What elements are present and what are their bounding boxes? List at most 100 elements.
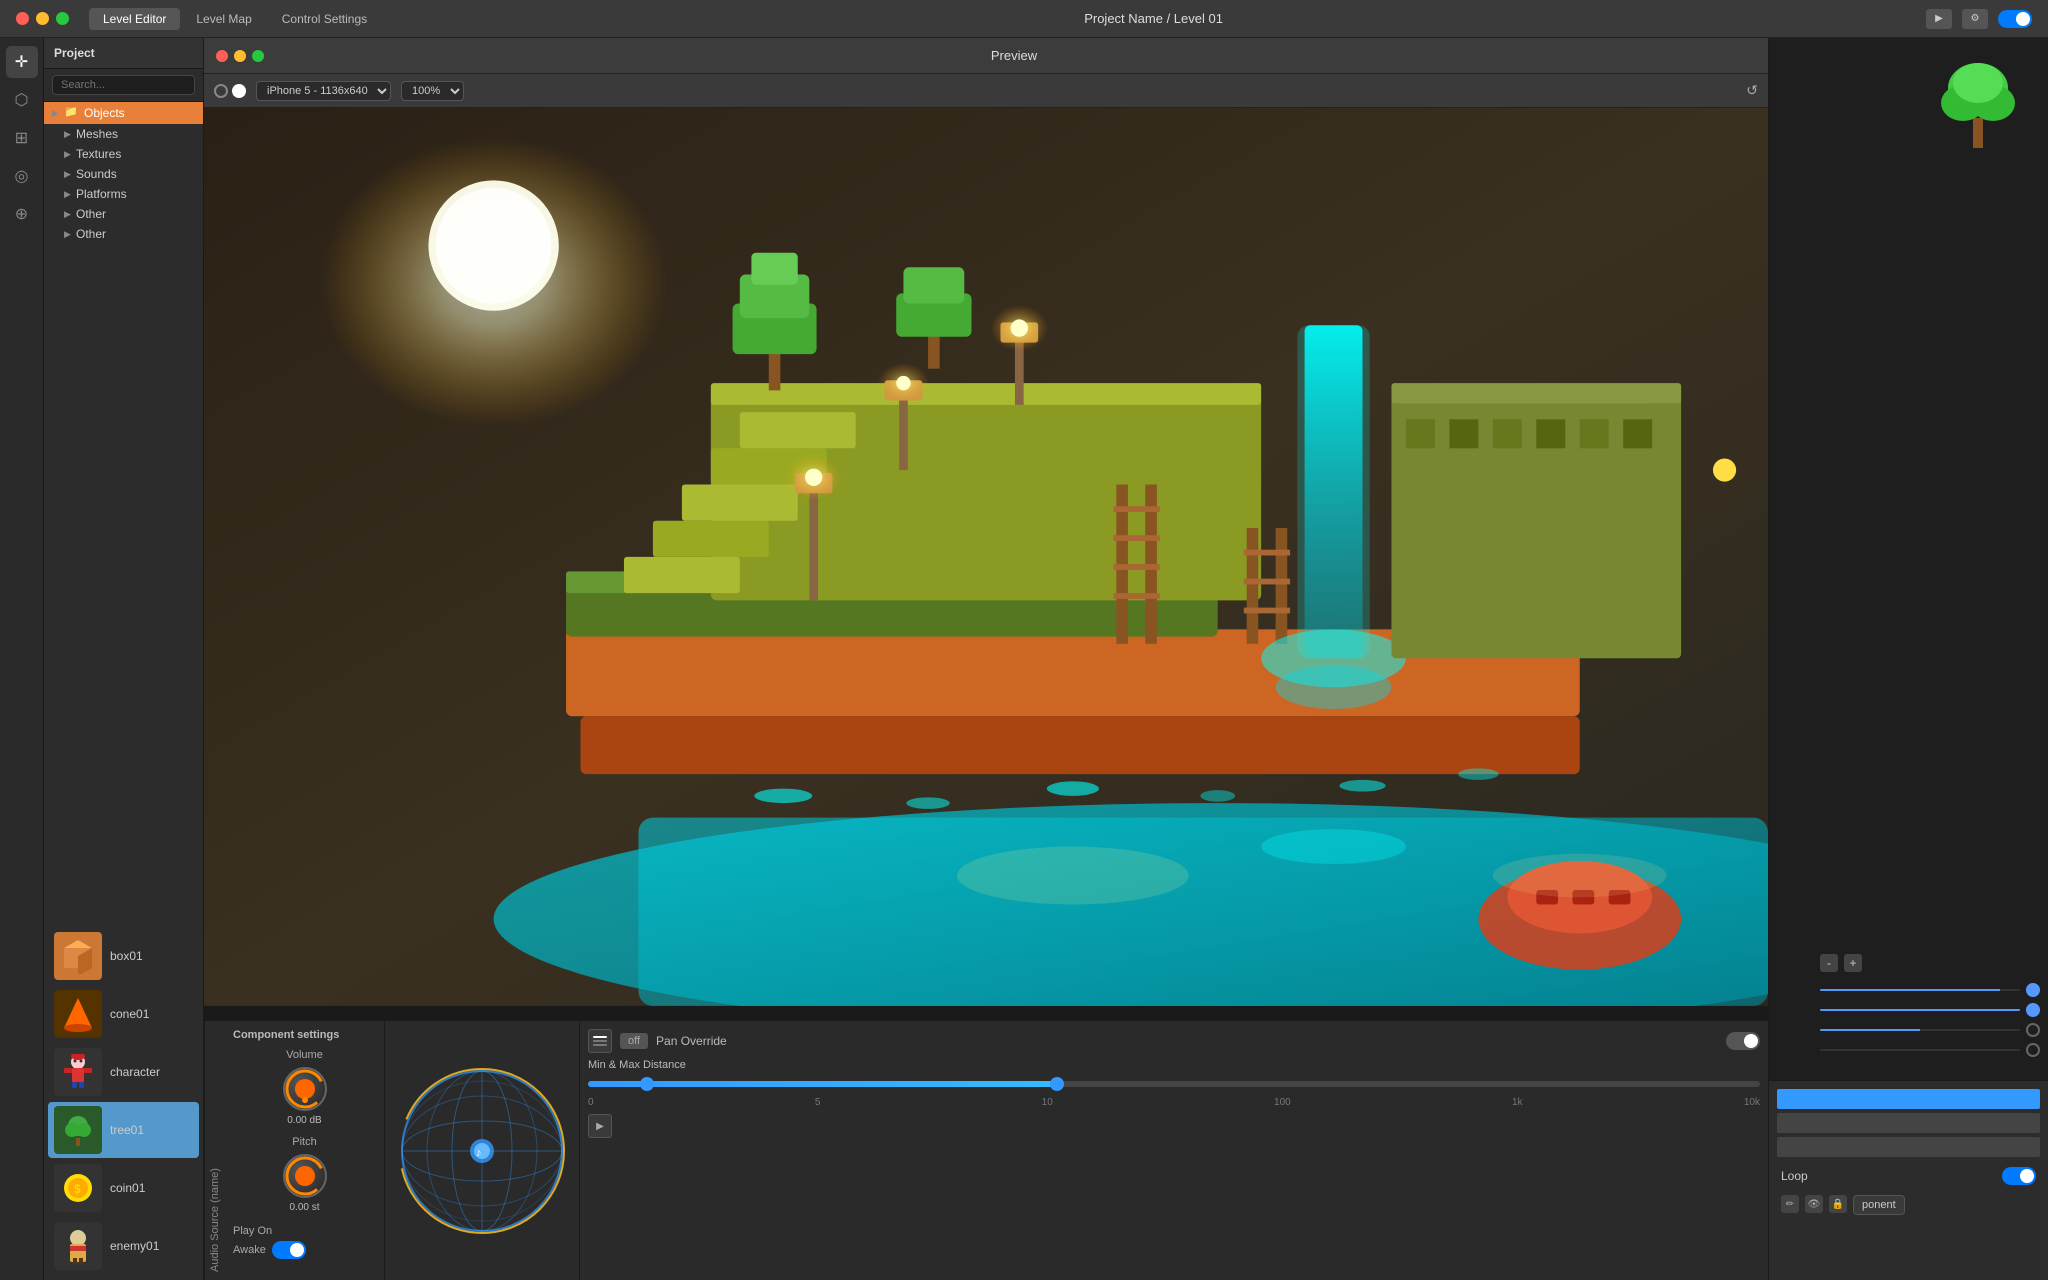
volume-section: Volume 0.00 dB Pitch [233,1049,376,1259]
radio-light[interactable] [214,84,228,98]
zoom-select[interactable]: 100% [401,81,464,101]
awake-toggle[interactable] [272,1241,306,1259]
blue-bar [1777,1089,2040,1109]
close-button[interactable] [16,12,29,25]
preview-close[interactable] [216,50,228,62]
minus-button[interactable]: - [1820,954,1838,972]
tree-item-meshes[interactable]: ▶ Meshes [44,124,203,144]
object-item-coin01[interactable]: $ coin01 [48,1160,199,1216]
property-sliders: - + [1820,954,2040,1060]
tree-item-other-1[interactable]: ▶ Other [44,204,203,224]
gray-bar-1 [1777,1113,2040,1133]
pan-override-toggle[interactable] [1726,1032,1760,1050]
volume-knob[interactable] [283,1067,327,1111]
prop-row-4 [1820,1040,2040,1060]
search-input[interactable] [52,75,195,95]
component-button[interactable]: ponent [1853,1195,1905,1215]
toggle-button[interactable] [1998,10,2032,28]
tree-item-platforms[interactable]: ▶ Platforms [44,184,203,204]
play-on-label: Play On [233,1225,272,1237]
object-item-tree01[interactable]: tree01 [48,1102,199,1158]
pitch-knob[interactable] [283,1154,327,1198]
minimize-button[interactable] [36,12,49,25]
voxel-scene [204,108,1768,1006]
preview-title: Preview [272,48,1756,63]
tree-arrow: ▶ [64,229,76,240]
object-thumb-cone01 [54,990,102,1038]
pan-off-badge: off [620,1033,648,1049]
object-item-box01[interactable]: box01 [48,928,199,984]
loop-toggle[interactable] [2002,1167,2036,1185]
distance-handle-max[interactable] [1050,1077,1064,1091]
tree-item-other-2[interactable]: ▶ Other [44,224,203,244]
tab-bar: Level Editor Level Map Control Settings [89,8,381,30]
tab-control-settings[interactable]: Control Settings [268,8,381,30]
tree-arrow: ▶ [64,169,76,180]
object-label-character: character [110,1065,160,1079]
icon-sidebar: ✛ ⬡ ⊞ ◎ ⊕ [0,38,44,1280]
slider-1[interactable] [1820,989,2020,991]
object-item-character[interactable]: character [48,1044,199,1100]
prop-row-1 [1820,980,2040,1000]
resolution-select[interactable]: iPhone 5 - 1136x640 [256,81,391,101]
bottom-left-panel: Component settings Volume 0.00 dB Pitch [225,1021,385,1280]
search-box [44,69,203,102]
distance-labels: 0 5 10 100 1k 10k [588,1097,1760,1108]
tab-level-map[interactable]: Level Map [182,8,265,30]
slider-3[interactable] [1820,1029,2020,1031]
sidebar-icon-cursor[interactable]: ✛ [6,46,38,78]
sidebar-icon-globe[interactable]: ◎ [6,160,38,192]
tree-item-textures[interactable]: ▶ Textures [44,144,203,164]
edit-icon[interactable]: ✏ [1781,1195,1799,1213]
bottom-panel: Audio Source (name) Component settings V… [204,1020,1768,1280]
preview-image-area [204,108,1768,1009]
sidebar-icon-3d[interactable]: ⬡ [6,84,38,116]
tree-item-objects[interactable]: ▶ 📁 Objects [44,102,203,124]
title-bar-left: Level Editor Level Map Control Settings [16,8,381,30]
sidebar-icon-layers[interactable]: ⊕ [6,198,38,230]
sphere-viz-container: ♪ [385,1021,580,1280]
sidebar-icon-grid[interactable]: ⊞ [6,122,38,154]
tree-item-sounds[interactable]: ▶ Sounds [44,164,203,184]
slider-2[interactable] [1820,1009,2020,1011]
object-thumb-coin01: $ [54,1164,102,1212]
tree-section: ▶ 📁 Objects ▶ Meshes ▶ Textures ▶ Sounds… [44,102,203,924]
prop-row-2 [1820,1000,2040,1020]
min-max-dist-label: Min & Max Distance [588,1059,686,1071]
object-label-enemy01: enemy01 [110,1239,159,1253]
radio-4[interactable] [2026,1043,2040,1057]
play-button[interactable]: ▶ [1926,9,1952,29]
tab-level-editor[interactable]: Level Editor [89,8,180,30]
component-settings-label: Component settings [233,1029,376,1041]
dist-label-100: 100 [1274,1097,1291,1108]
distance-handle-min[interactable] [640,1077,654,1091]
preview-maximize[interactable] [252,50,264,62]
radio-3[interactable] [2026,1023,2040,1037]
preview-titlebar: Preview [204,38,1768,74]
tree-label-sounds: Sounds [76,167,117,181]
preview-minimize[interactable] [234,50,246,62]
lock-icon[interactable]: 🔒 [1829,1195,1847,1213]
eye-icon[interactable]: 👁 [1805,1195,1823,1213]
maximize-button[interactable] [56,12,69,25]
tree-label-other2: Other [76,227,106,241]
settings-button[interactable]: ⚙ [1962,9,1988,29]
refresh-icon[interactable]: ↺ [1746,82,1758,99]
slider-4[interactable] [1820,1049,2020,1051]
stripes-icon[interactable] [588,1029,612,1053]
tree-label-meshes: Meshes [76,127,118,141]
dist-label-5: 5 [815,1097,821,1108]
sphere-viz: ♪ [397,1066,567,1236]
awake-label: Awake [233,1244,266,1256]
radio-dark[interactable] [232,84,246,98]
preview-window: Preview iPhone 5 - 1136x640 100% ↺ [204,38,1768,1020]
radio-1[interactable] [2026,983,2040,997]
object-item-enemy01[interactable]: enemy01 [48,1218,199,1274]
project-title: Project Name / Level 01 [1084,11,1223,26]
plus-button[interactable]: + [1844,954,1862,972]
device-radio-group [214,84,246,98]
distance-slider[interactable] [588,1081,1760,1087]
radio-2[interactable] [2026,1003,2040,1017]
transport-play-button[interactable]: ▶ [588,1114,612,1138]
object-item-cone01[interactable]: cone01 [48,986,199,1042]
